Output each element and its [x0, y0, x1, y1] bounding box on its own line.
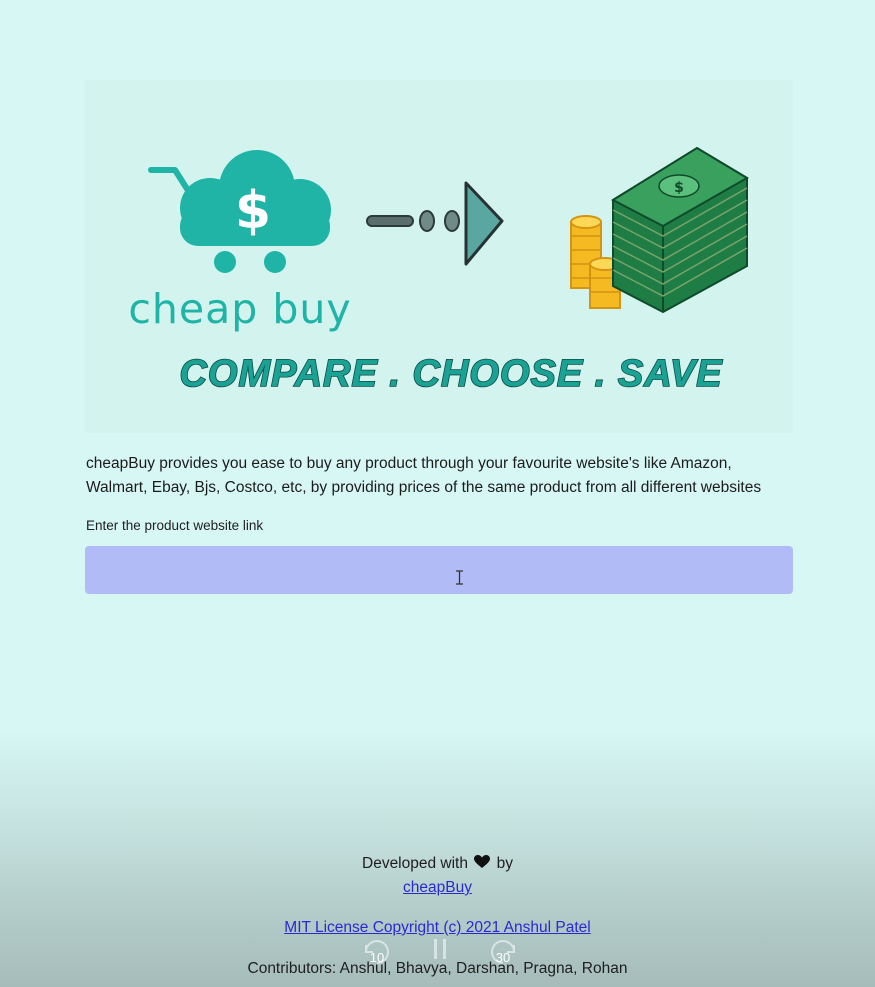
heart-icon	[474, 855, 491, 868]
money-stack-icon: $	[610, 146, 749, 314]
arrow-right-icon	[366, 181, 504, 266]
dollar-sign-icon: $	[235, 181, 271, 241]
text-cursor-icon	[456, 570, 463, 585]
hero-banner: $ cheap buy $ COMPARE . CHOOSE . SAVE	[85, 80, 793, 433]
hero-graphic: $ cheap buy $ COMPARE . CHOOSE . SAVE	[128, 146, 749, 396]
cheapbuy-link[interactable]: cheapBuy	[403, 879, 472, 896]
product-link-label: Enter the product website link	[86, 518, 264, 533]
license-line: MIT License Copyright (c) 2021 Anshul Pa…	[0, 919, 875, 937]
media-player-overlay: 10 30	[0, 936, 875, 966]
license-link[interactable]: MIT License Copyright (c) 2021 Anshul Pa…	[284, 919, 590, 936]
brand-logo-text: cheap buy	[128, 285, 351, 333]
tagline: COMPARE . CHOOSE . SAVE	[179, 353, 723, 395]
app-description: cheapBuy provides you ease to buy any pr…	[86, 455, 762, 496]
developed-with-line: Developed with by	[0, 855, 875, 873]
developed-suffix: by	[496, 855, 513, 872]
product-link-input[interactable]	[85, 546, 793, 594]
pause-icon[interactable]	[425, 936, 455, 966]
brand-link-line: cheapBuy	[0, 879, 875, 897]
banknote-dollar-sign: $	[674, 180, 684, 196]
developed-prefix: Developed with	[362, 855, 468, 872]
forward-seconds: 30	[495, 950, 511, 965]
cart-handle-icon	[148, 167, 192, 195]
rewind-seconds: 10	[369, 950, 385, 965]
